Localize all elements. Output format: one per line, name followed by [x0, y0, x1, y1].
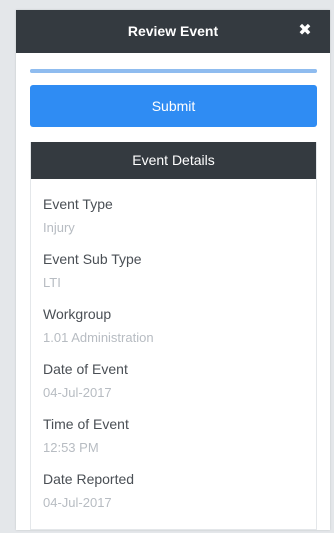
field-label: Event Type [43, 196, 113, 212]
submit-button[interactable]: Submit [30, 85, 317, 127]
event-details-header: Event Details [31, 142, 316, 179]
modal-header: Review Event ✖ [16, 10, 330, 53]
review-event-panel: Review Event ✖ Submit Event Details Even… [16, 10, 330, 530]
field-label: Date Reported [43, 471, 135, 487]
field-date-of-event: Date of Event 04-Jul-2017 [43, 360, 316, 415]
field-label: Date of Event [43, 361, 128, 377]
field-date-reported: Date Reported 04-Jul-2017 [43, 470, 316, 525]
field-label: Workgroup [43, 306, 112, 322]
field-value: 1.01 Administration [43, 330, 154, 345]
progress-bar-fill [30, 69, 317, 73]
field-label: Time of Event [43, 416, 129, 432]
field-value: 12:53 PM [43, 440, 99, 455]
field-value: Injury [43, 220, 75, 235]
progress-bar [30, 69, 317, 73]
field-label: Event Sub Type [43, 251, 142, 267]
field-time-of-event: Time of Event 12:53 PM [43, 415, 316, 470]
event-details-list: Event Type Injury Event Sub Type LTI Wor… [31, 179, 316, 525]
modal-title: Review Event [127, 23, 219, 39]
event-details-section: Event Details Event Type Injury Event Su… [30, 142, 317, 530]
field-value: 04-Jul-2017 [43, 495, 112, 510]
field-value: 04-Jul-2017 [43, 385, 112, 400]
field-workgroup: Workgroup 1.01 Administration [43, 305, 316, 360]
field-event-type: Event Type Injury [43, 195, 316, 250]
close-icon[interactable]: ✖ [296, 21, 314, 41]
field-value: LTI [43, 275, 61, 290]
field-event-sub-type: Event Sub Type LTI [43, 250, 316, 305]
